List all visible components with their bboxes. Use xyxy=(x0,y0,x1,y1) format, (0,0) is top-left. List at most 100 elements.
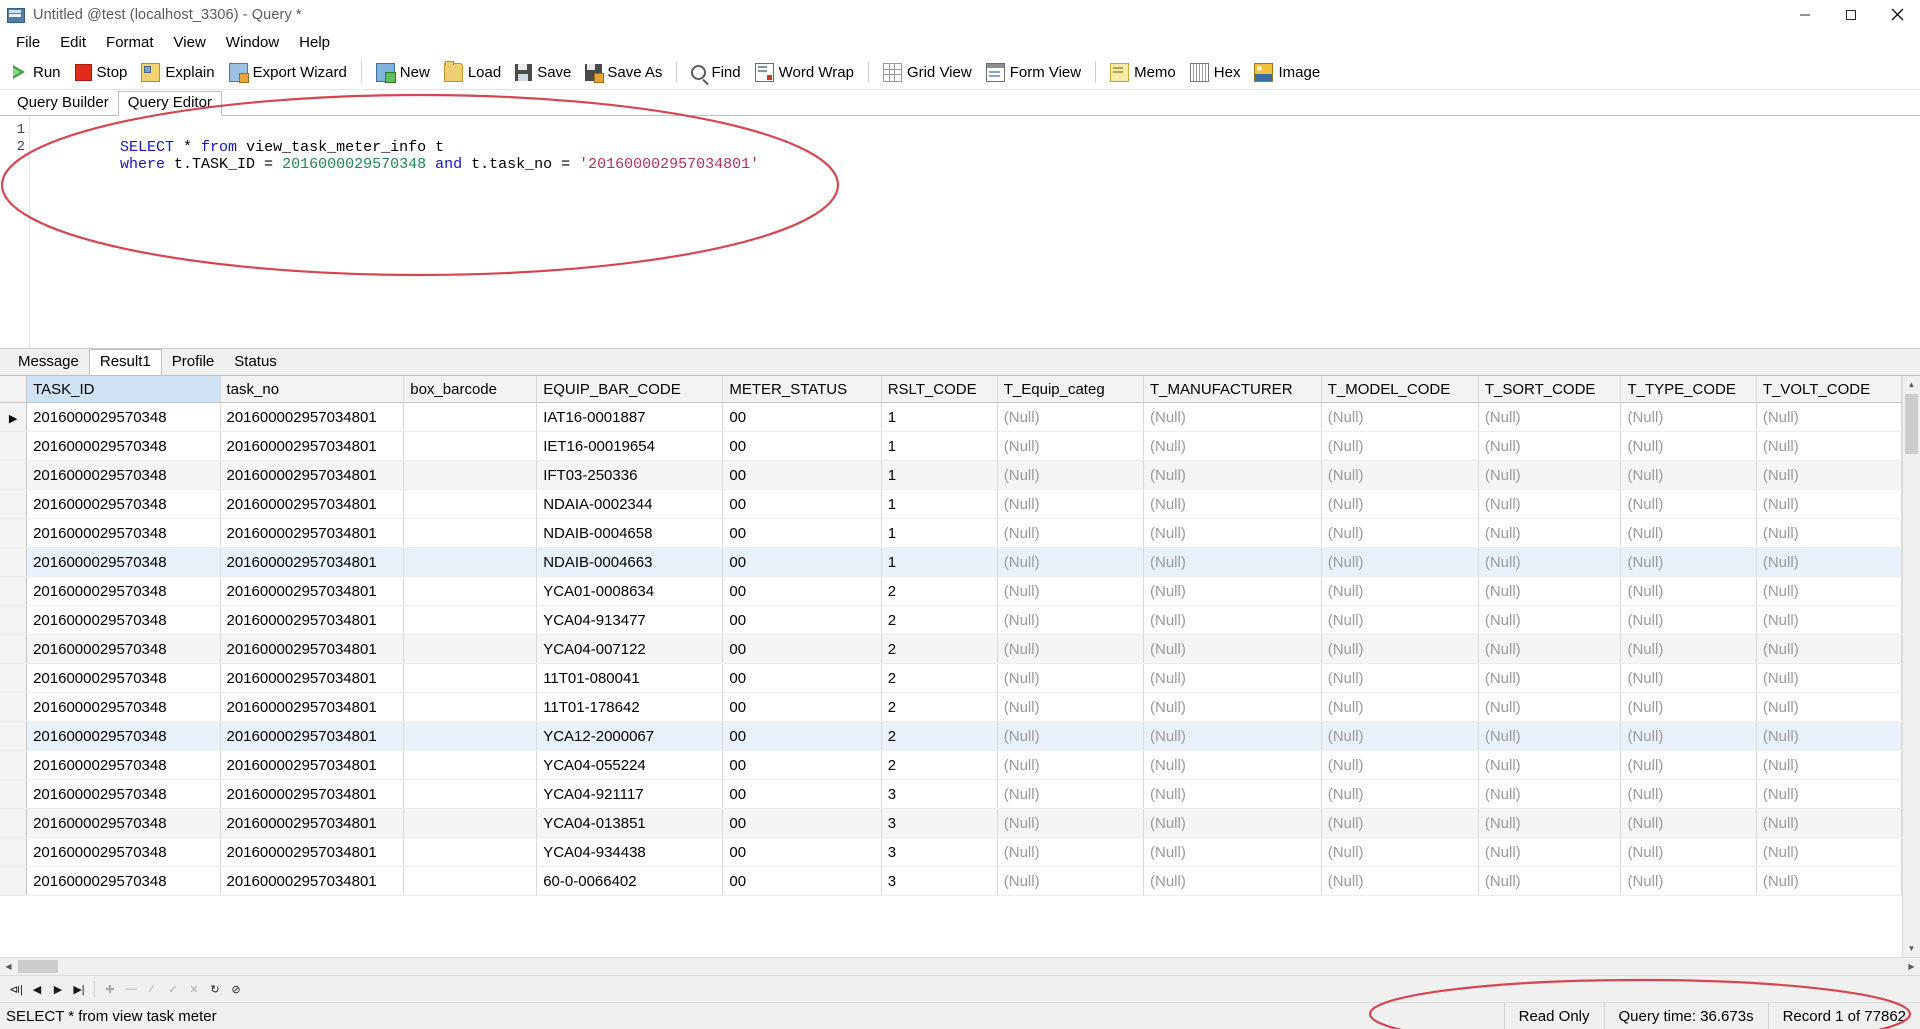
table-cell[interactable]: 2 xyxy=(881,750,998,780)
table-cell[interactable]: 1 xyxy=(881,489,998,519)
export-wizard-button[interactable]: Export Wizard xyxy=(222,57,354,87)
column-header-t-model-code[interactable]: T_MODEL_CODE xyxy=(1321,376,1479,403)
table-row[interactable]: 2016000029570348 201600002957034801 YCA04-… xyxy=(0,837,1902,867)
table-cell[interactable]: (Null) xyxy=(997,547,1145,577)
table-cell[interactable]: (Null) xyxy=(997,779,1145,809)
table-cell[interactable]: (Null) xyxy=(1620,866,1757,896)
nav-first-record[interactable]: ⧏| xyxy=(6,979,26,999)
table-cell[interactable]: 1 xyxy=(881,431,998,461)
column-header-rslt-code[interactable]: RSLT_CODE xyxy=(881,376,998,403)
nav-refresh-record[interactable]: ↻ xyxy=(205,979,225,999)
table-cell[interactable]: (Null) xyxy=(1143,547,1322,577)
table-cell[interactable]: (Null) xyxy=(997,460,1145,490)
table-cell[interactable]: (Null) xyxy=(1756,634,1902,664)
table-cell[interactable]: (Null) xyxy=(997,634,1145,664)
scroll-left-button[interactable]: ◀ xyxy=(0,958,17,975)
table-cell[interactable]: 201600002957034801 xyxy=(220,460,405,490)
table-cell[interactable]: 1 xyxy=(881,518,998,548)
table-cell[interactable] xyxy=(403,837,538,867)
column-header-task-no[interactable]: task_no xyxy=(220,376,405,403)
table-cell[interactable]: (Null) xyxy=(1620,750,1757,780)
table-cell[interactable]: (Null) xyxy=(1478,866,1622,896)
table-row[interactable]: 2016000029570348 201600002957034801 IET16-… xyxy=(0,431,1902,461)
table-cell[interactable]: 201600002957034801 xyxy=(220,721,405,751)
table-cell[interactable]: 201600002957034801 xyxy=(220,808,405,838)
close-button[interactable] xyxy=(1874,0,1920,29)
nav-next-record[interactable]: ▶ xyxy=(48,979,68,999)
table-cell[interactable]: YCA04-921117 xyxy=(536,779,724,809)
table-cell[interactable]: 201600002957034801 xyxy=(220,431,405,461)
table-cell[interactable]: 2016000029570348 xyxy=(26,576,221,606)
table-cell[interactable]: (Null) xyxy=(1478,431,1622,461)
table-cell[interactable]: (Null) xyxy=(1143,402,1322,432)
table-cell[interactable]: (Null) xyxy=(1321,663,1479,693)
table-row[interactable]: ▶ 2016000029570348 201600002957034801 IAT16… xyxy=(0,402,1902,432)
nav-post-record[interactable]: ✓ xyxy=(163,979,183,999)
table-cell[interactable]: 2016000029570348 xyxy=(26,547,221,577)
menu-edit[interactable]: Edit xyxy=(50,32,96,53)
table-cell[interactable]: (Null) xyxy=(1321,721,1479,751)
table-row[interactable]: 2016000029570348 201600002957034801 YCA04-… xyxy=(0,634,1902,664)
row-handle[interactable] xyxy=(0,866,28,896)
table-cell[interactable]: (Null) xyxy=(1143,721,1322,751)
table-cell[interactable] xyxy=(403,431,538,461)
table-cell[interactable]: (Null) xyxy=(1478,576,1622,606)
table-cell[interactable]: 00 xyxy=(722,663,882,693)
column-header-t-type-code[interactable]: T_TYPE_CODE xyxy=(1620,376,1757,403)
row-handle[interactable] xyxy=(0,634,28,664)
table-cell[interactable]: 2016000029570348 xyxy=(26,605,221,635)
table-cell[interactable]: (Null) xyxy=(997,750,1145,780)
table-cell[interactable]: (Null) xyxy=(1756,837,1902,867)
table-cell[interactable]: 201600002957034801 xyxy=(220,547,405,577)
table-cell[interactable]: (Null) xyxy=(997,518,1145,548)
row-handle[interactable] xyxy=(0,547,28,577)
table-cell[interactable]: (Null) xyxy=(1321,460,1479,490)
table-cell[interactable]: (Null) xyxy=(1756,750,1902,780)
table-cell[interactable]: 00 xyxy=(722,460,882,490)
table-cell[interactable]: 00 xyxy=(722,489,882,519)
nav-prev-record[interactable]: ◀ xyxy=(27,979,47,999)
explain-button[interactable]: Explain xyxy=(134,57,221,87)
table-cell[interactable]: YCA04-013851 xyxy=(536,808,724,838)
table-cell[interactable]: (Null) xyxy=(1143,837,1322,867)
horizontal-scroll-thumb[interactable] xyxy=(18,960,58,973)
table-cell[interactable]: 2016000029570348 xyxy=(26,431,221,461)
table-cell[interactable]: YCA04-934438 xyxy=(536,837,724,867)
table-cell[interactable] xyxy=(403,808,538,838)
table-cell[interactable]: 201600002957034801 xyxy=(220,402,405,432)
table-cell[interactable]: NDAIB-0004663 xyxy=(536,547,724,577)
table-cell[interactable]: 201600002957034801 xyxy=(220,866,405,896)
table-row[interactable]: 2016000029570348 201600002957034801 YCA04-… xyxy=(0,808,1902,838)
table-cell[interactable]: (Null) xyxy=(1478,518,1622,548)
nav-insert-record[interactable]: ✚ xyxy=(100,979,120,999)
table-row[interactable]: 2016000029570348 201600002957034801 NDAIB-… xyxy=(0,547,1902,577)
hex-button[interactable]: Hex xyxy=(1183,57,1248,87)
row-handle[interactable] xyxy=(0,518,28,548)
table-cell[interactable]: 3 xyxy=(881,779,998,809)
table-cell[interactable]: IAT16-0001887 xyxy=(536,402,724,432)
table-cell[interactable]: 2016000029570348 xyxy=(26,750,221,780)
table-cell[interactable]: (Null) xyxy=(1478,837,1622,867)
table-cell[interactable]: 201600002957034801 xyxy=(220,634,405,664)
nav-stop-record[interactable]: ⊘ xyxy=(226,979,246,999)
table-cell[interactable]: 00 xyxy=(722,634,882,664)
table-cell[interactable]: (Null) xyxy=(997,402,1145,432)
table-cell[interactable]: (Null) xyxy=(1620,489,1757,519)
table-cell[interactable]: YCA01-0008634 xyxy=(536,576,724,606)
menu-help[interactable]: Help xyxy=(289,32,340,53)
table-cell[interactable]: (Null) xyxy=(1756,489,1902,519)
table-cell[interactable]: (Null) xyxy=(1478,489,1622,519)
row-handle[interactable] xyxy=(0,489,28,519)
nav-edit-record[interactable]: ∕ xyxy=(142,979,162,999)
row-handle[interactable] xyxy=(0,721,28,751)
table-cell[interactable]: 1 xyxy=(881,460,998,490)
table-cell[interactable]: (Null) xyxy=(1321,750,1479,780)
load-button[interactable]: Load xyxy=(437,57,508,87)
table-cell[interactable]: (Null) xyxy=(997,866,1145,896)
table-cell[interactable]: (Null) xyxy=(1756,460,1902,490)
run-button[interactable]: Run xyxy=(4,57,68,87)
table-cell[interactable]: 201600002957034801 xyxy=(220,663,405,693)
table-cell[interactable]: (Null) xyxy=(1620,605,1757,635)
table-cell[interactable]: (Null) xyxy=(1478,779,1622,809)
table-row[interactable]: 2016000029570348 201600002957034801 YCA01-… xyxy=(0,576,1902,606)
